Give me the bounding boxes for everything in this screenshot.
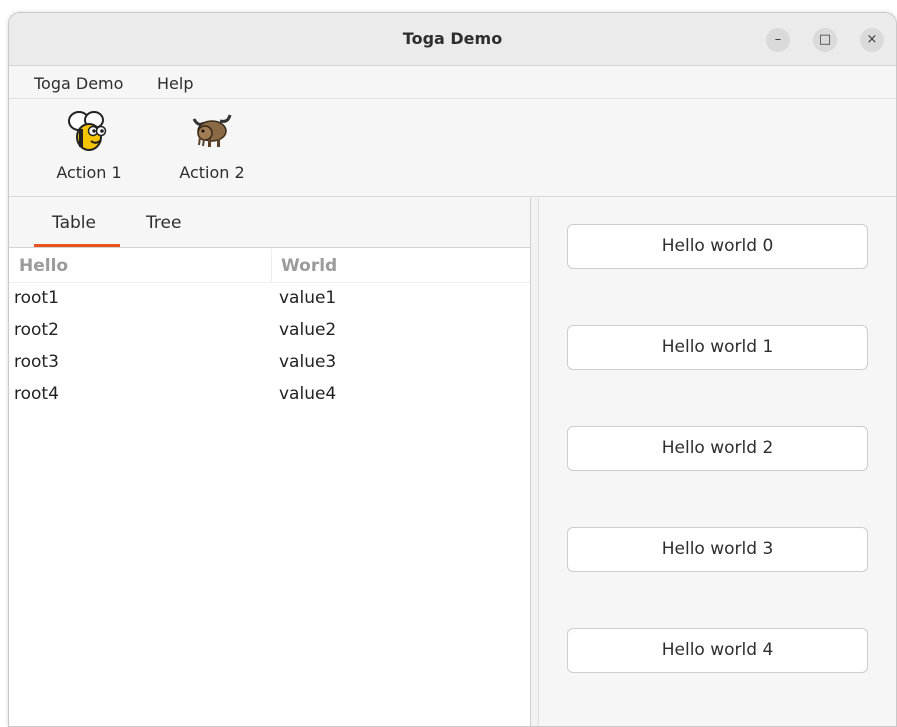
column-separator[interactable]: [271, 249, 272, 283]
table-cell-hello: root3: [14, 352, 59, 372]
table-cell-world: value1: [279, 288, 337, 308]
button-panel: Hello world 0 Hello world 1 Hello world …: [540, 198, 896, 726]
menu-help[interactable]: Help: [157, 74, 193, 93]
toolbar: Action 1 Action 2: [9, 99, 896, 197]
table-row[interactable]: root1 value1: [9, 285, 530, 317]
table-header: Hello World: [9, 249, 530, 283]
split-pane-divider[interactable]: [531, 198, 539, 726]
action-1-button[interactable]: Action 1: [39, 109, 139, 182]
table-cell-world: value4: [279, 384, 337, 404]
close-button[interactable]: ×: [860, 28, 884, 52]
table-cell-hello: root4: [14, 384, 59, 404]
action-2-button[interactable]: Action 2: [162, 109, 262, 182]
title-bar[interactable]: Toga Demo – □ ×: [9, 13, 896, 66]
menu-toga-demo[interactable]: Toga Demo: [34, 74, 123, 93]
maximize-button[interactable]: □: [813, 28, 837, 52]
action-2-label: Action 2: [179, 163, 245, 182]
yak-icon: [192, 114, 232, 147]
hello-world-3-button[interactable]: Hello world 3: [567, 527, 868, 572]
tab-bar: Table Tree: [9, 198, 530, 248]
hello-world-0-button[interactable]: Hello world 0: [567, 224, 868, 269]
table-cell-world: value3: [279, 352, 337, 372]
app-window: Toga Demo – □ × Toga Demo Help Action 1: [8, 12, 897, 727]
hello-world-1-button[interactable]: Hello world 1: [567, 325, 868, 370]
table-row[interactable]: root3 value3: [9, 349, 530, 381]
table-row[interactable]: root4 value4: [9, 381, 530, 413]
menu-bar: Toga Demo Help: [9, 66, 896, 99]
action-1-label: Action 1: [56, 163, 122, 182]
minimize-button[interactable]: –: [766, 28, 790, 52]
hello-world-4-button[interactable]: Hello world 4: [567, 628, 868, 673]
table-cell-world: value2: [279, 320, 337, 340]
table-body: root1 value1 root2 value2 root3 value3 r…: [9, 285, 530, 413]
hello-world-2-button[interactable]: Hello world 2: [567, 426, 868, 471]
table-cell-hello: root2: [14, 320, 59, 340]
selected-tab-indicator: [34, 244, 120, 247]
table-row[interactable]: root2 value2: [9, 317, 530, 349]
column-header-hello[interactable]: Hello: [19, 256, 68, 276]
column-header-world[interactable]: World: [281, 256, 337, 276]
window-title: Toga Demo: [402, 29, 503, 48]
table-panel: Table Tree Hello World root1 value1 root…: [9, 198, 531, 726]
table-cell-hello: root1: [14, 288, 59, 308]
bee-icon: [68, 111, 107, 151]
tab-table[interactable]: Table: [52, 213, 96, 233]
tab-tree[interactable]: Tree: [146, 213, 181, 233]
